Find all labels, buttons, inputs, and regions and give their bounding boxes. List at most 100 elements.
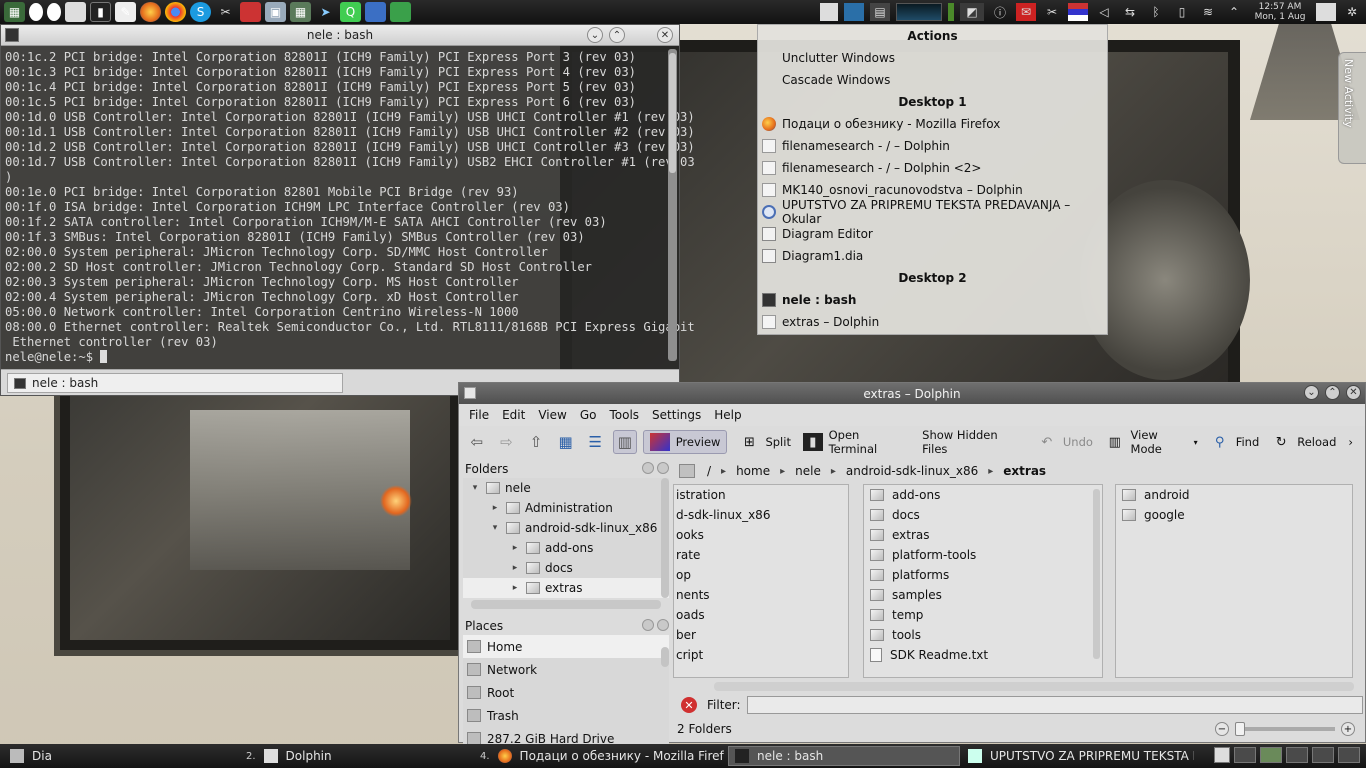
- terminal-tab[interactable]: nele : bash: [7, 373, 343, 393]
- doc-icon[interactable]: [365, 2, 386, 22]
- desktop-pager-5[interactable]: [1338, 747, 1360, 763]
- breadcrumb-item[interactable]: android-sdk-linux_x86: [846, 464, 978, 478]
- float-panel-button[interactable]: [642, 619, 654, 631]
- monitor-icon[interactable]: ▤: [870, 3, 890, 21]
- battery-icon[interactable]: [948, 3, 954, 21]
- eyes-icon[interactable]: [47, 3, 61, 21]
- minimize-button[interactable]: ⌄: [1304, 385, 1319, 400]
- bluetooth-icon[interactable]: ᛒ: [1146, 3, 1166, 21]
- settings-icon[interactable]: ✲: [1342, 3, 1362, 21]
- tree-item[interactable]: ▸ Administration: [463, 498, 669, 518]
- window-list-item[interactable]: filenamesearch - / – Dolphin: [758, 135, 1107, 157]
- window-list-item[interactable]: Подаци о обезнику - Mozilla Firefox: [758, 113, 1107, 135]
- expand-arrow-icon[interactable]: ▾: [489, 523, 501, 533]
- activity-icon[interactable]: [844, 3, 864, 21]
- scissors-icon[interactable]: ✂: [1042, 3, 1062, 21]
- breadcrumb-separator-icon[interactable]: ▸: [721, 466, 726, 477]
- wifi-icon[interactable]: ≋: [1198, 3, 1218, 21]
- bird-icon[interactable]: ➤: [315, 2, 336, 22]
- minimize-button[interactable]: ⌄: [587, 27, 603, 43]
- list-item[interactable]: rate: [674, 545, 848, 565]
- zoom-out-icon[interactable]: −: [1215, 722, 1229, 736]
- window-list-item[interactable]: Diagram1.dia: [758, 245, 1107, 267]
- unclutter-windows-item[interactable]: Unclutter Windows: [758, 47, 1107, 69]
- calc-icon[interactable]: ▦: [4, 2, 25, 22]
- usb-icon[interactable]: ⇆: [1120, 3, 1140, 21]
- expand-arrow-icon[interactable]: ▸: [489, 503, 501, 513]
- list-item[interactable]: cript: [674, 645, 848, 665]
- list-item[interactable]: d-sdk-linux_x86: [674, 505, 848, 525]
- desktop-pager-4[interactable]: [1312, 747, 1334, 763]
- list-item[interactable]: istration: [674, 485, 848, 505]
- taskbar-task[interactable]: 4. Подаци о обезнику - Mozilla Firef: [474, 746, 724, 766]
- icons-view-icon[interactable]: ▦: [554, 430, 578, 454]
- reload-button[interactable]: ↻ Reload: [1271, 430, 1337, 454]
- up-arrow-icon[interactable]: ⇧: [524, 430, 548, 454]
- breadcrumb-item[interactable]: home: [736, 464, 770, 478]
- places-list[interactable]: Home Network Root Trash 287.2 GiB Hard Drive: [463, 635, 669, 745]
- tree-item[interactable]: ▾ nele: [463, 478, 669, 498]
- chrome-icon[interactable]: [165, 2, 186, 22]
- keyboard-layout-icon[interactable]: [1068, 3, 1088, 21]
- tools-icon[interactable]: ✂: [215, 2, 236, 22]
- terminal-prompt[interactable]: nele@nele:~$: [5, 350, 665, 365]
- battery-status-icon[interactable]: ▯: [1172, 3, 1192, 21]
- float-panel-button[interactable]: [642, 462, 654, 474]
- breadcrumb-separator-icon[interactable]: ▸: [988, 466, 993, 477]
- list-item[interactable]: ooks: [674, 525, 848, 545]
- window-list-item[interactable]: UPUTSTVO ZA PRIPREMU TEKSTA PREDAVANJA –…: [758, 198, 1107, 226]
- book-icon[interactable]: [65, 2, 86, 22]
- menu-view[interactable]: View: [538, 408, 566, 422]
- desktop-pager-1[interactable]: [1234, 747, 1256, 763]
- breadcrumb-separator-icon[interactable]: ▸: [780, 466, 785, 477]
- expand-arrow-icon[interactable]: ▸: [509, 563, 521, 573]
- places-item[interactable]: Trash: [463, 704, 669, 727]
- taskbar-task[interactable]: UPUTSTVO ZA PRIPREMU TEKSTA P: [962, 746, 1194, 766]
- folder-tree[interactable]: ▾ nele ▸ Administration ▾ android-sdk-linux_x…: [463, 478, 669, 598]
- menu-settings[interactable]: Settings: [652, 408, 701, 422]
- notifications-icon[interactable]: ⌃: [1224, 3, 1244, 21]
- places-item[interactable]: Root: [463, 681, 669, 704]
- list-item[interactable]: SDK Readme.txt: [864, 645, 1102, 665]
- menu-tools[interactable]: Tools: [609, 408, 639, 422]
- editor-icon[interactable]: ✎: [115, 2, 136, 22]
- menu-file[interactable]: File: [469, 408, 489, 422]
- trash-icon[interactable]: [1214, 747, 1230, 763]
- eyes-icon[interactable]: [29, 3, 43, 21]
- monitor-app-icon[interactable]: ◩: [960, 3, 984, 21]
- forward-arrow-icon[interactable]: ⇨: [495, 430, 519, 454]
- tree-item[interactable]: ▸ docs: [463, 558, 669, 578]
- taskbar-task[interactable]: 2. Dolphin: [240, 746, 470, 766]
- clock[interactable]: 12:57 AM Mon, 1 Aug: [1250, 2, 1310, 22]
- mail-icon[interactable]: ✉: [1016, 3, 1036, 21]
- volume-icon[interactable]: ◁: [1094, 3, 1114, 21]
- close-button[interactable]: ✕: [657, 27, 673, 43]
- toolbar-overflow-icon[interactable]: ›: [1348, 430, 1353, 454]
- list-item[interactable]: add-ons: [864, 485, 1102, 505]
- view-mode-button[interactable]: ▥ View Mode ▾: [1105, 428, 1198, 456]
- column-view-current[interactable]: add-ons docs extras platform-tools platforms…: [863, 484, 1103, 678]
- list-item[interactable]: temp: [864, 605, 1102, 625]
- list-item[interactable]: op: [674, 565, 848, 585]
- list-item[interactable]: nents: [674, 585, 848, 605]
- places-item[interactable]: Network: [463, 658, 669, 681]
- breadcrumb-item[interactable]: extras: [1003, 464, 1046, 478]
- show-desktop-icon[interactable]: [1316, 3, 1336, 21]
- tree-item[interactable]: ▸ add-ons: [463, 538, 669, 558]
- zoom-knob[interactable]: [1235, 722, 1245, 736]
- taskbar-task[interactable]: Dia: [4, 746, 234, 766]
- window-titlebar[interactable]: extras – Dolphin ⌄ ⌃ ✕: [459, 383, 1365, 404]
- desktop-pager-2[interactable]: [1260, 747, 1282, 763]
- window-list-item[interactable]: Diagram Editor: [758, 223, 1107, 245]
- zoom-track[interactable]: [1235, 722, 1335, 736]
- find-button[interactable]: ⚲ Find: [1210, 430, 1259, 454]
- menu-help[interactable]: Help: [714, 408, 741, 422]
- list-item[interactable]: platforms: [864, 565, 1102, 585]
- undo-button[interactable]: ↶ Undo: [1037, 430, 1093, 454]
- window-list-item[interactable]: nele : bash: [758, 289, 1107, 311]
- close-button[interactable]: ✕: [1346, 385, 1361, 400]
- skype-icon[interactable]: S: [190, 2, 211, 22]
- show-hidden-files-button[interactable]: Show Hidden Files: [922, 428, 1025, 456]
- places-scrollbar[interactable]: [661, 647, 669, 667]
- root-home-icon[interactable]: [679, 464, 695, 478]
